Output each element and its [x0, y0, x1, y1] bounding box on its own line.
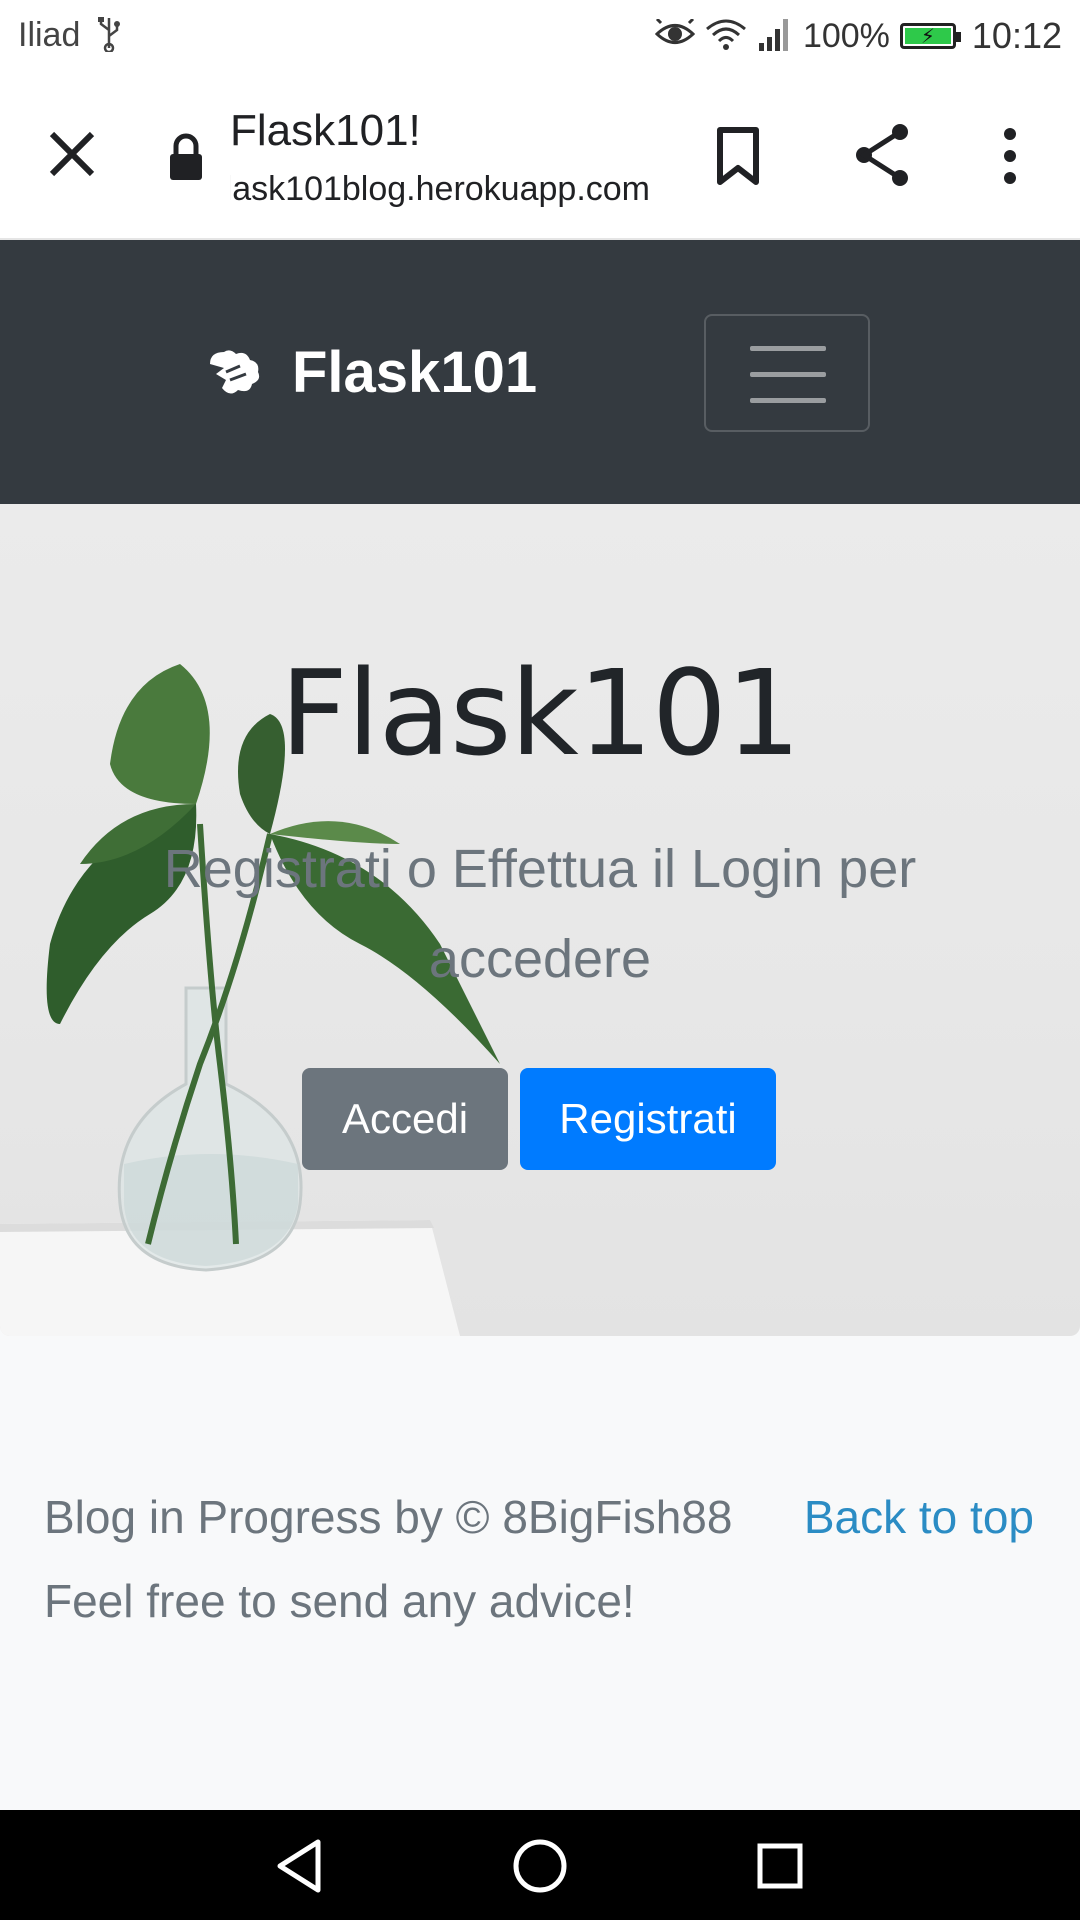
browser-toolbar: Flask101! flask101blog.herokuapp.com — [0, 74, 1080, 240]
url-field[interactable]: flask101blog.herokuapp.com — [230, 170, 650, 220]
hero-lead: Registrati o Effettua il Login per acced… — [163, 839, 917, 989]
site-navbar: Flask101 — [0, 240, 1080, 504]
login-button[interactable]: Accedi — [302, 1068, 508, 1170]
footer-credit: Blog in Progress by © 8BigFish88 — [44, 1491, 733, 1543]
hamburger-menu-icon[interactable] — [704, 314, 870, 432]
lock-icon — [166, 132, 206, 182]
eye-icon — [654, 17, 696, 54]
navbar-brand[interactable]: Flask101 — [206, 336, 537, 408]
signal-icon — [757, 17, 793, 56]
register-button[interactable]: Registrati — [520, 1068, 776, 1170]
carrier-name: Iliad — [18, 16, 81, 54]
footer: Blog in Progress by © 8BigFish88 Back to… — [0, 1336, 1080, 1810]
usb-icon — [96, 16, 122, 60]
bookmark-icon[interactable] — [712, 124, 764, 188]
back-triangle-icon[interactable] — [268, 1834, 332, 1898]
recents-square-icon[interactable] — [748, 1834, 812, 1898]
battery-percent: 100% — [802, 16, 890, 55]
system-navigation-bar — [0, 1810, 1080, 1920]
brand-name: Flask101 — [292, 339, 538, 405]
back-to-top-link[interactable]: Back to top — [804, 1490, 1034, 1544]
url-text: flask101blog.herokuapp.com — [230, 170, 650, 208]
status-icons: 100% ⚡ 10:12 — [654, 14, 1062, 58]
tab-title: Flask101! — [230, 106, 421, 155]
clock: 10:12 — [971, 15, 1062, 56]
more-vert-icon[interactable] — [990, 126, 1030, 186]
share-icon[interactable] — [852, 122, 912, 188]
wifi-icon — [705, 17, 747, 56]
home-circle-icon[interactable] — [508, 1834, 572, 1898]
footer-advice: Feel free to send any advice! — [44, 1575, 635, 1627]
hero-jumbotron: Flask101 Registrati o Effettua il Login … — [0, 504, 1080, 1336]
battery-icon: ⚡ — [899, 23, 961, 49]
brand-logo-icon — [206, 344, 262, 400]
hero-title: Flask101 — [279, 644, 801, 782]
close-icon[interactable] — [40, 122, 104, 186]
status-bar: Iliad 100% ⚡ 10:12 — [0, 0, 1080, 74]
